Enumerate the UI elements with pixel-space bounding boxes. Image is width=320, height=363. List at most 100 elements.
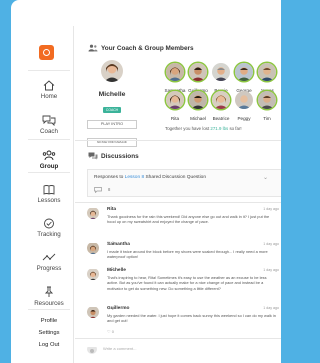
- member-card[interactable]: Michael: [186, 91, 210, 121]
- nav-item-tracking[interactable]: Tracking: [24, 218, 74, 238]
- avatar: [87, 207, 99, 219]
- book-icon: [43, 185, 55, 195]
- nav-item-group[interactable]: Group: [24, 150, 74, 170]
- pin-icon: [44, 286, 54, 297]
- avatar: [166, 91, 184, 109]
- total-suffix: so far!: [228, 126, 242, 131]
- trend-icon: [42, 253, 56, 261]
- logout-link[interactable]: Log Out: [24, 342, 74, 348]
- play-intro-button[interactable]: PLAY INTRO: [87, 120, 137, 129]
- member-card[interactable]: George: [232, 63, 256, 93]
- member-name: Peggy: [237, 116, 251, 121]
- avatar: [87, 306, 99, 318]
- section-title: Your Coach & Group Members: [101, 45, 194, 52]
- responses-prefix: Responses to: [94, 175, 125, 180]
- member-card[interactable]: Peggy: [232, 91, 256, 121]
- member-card[interactable]: Bernie: [209, 63, 233, 93]
- nav-item-lessons[interactable]: Lessons: [24, 184, 74, 204]
- coach-badge: COACH: [102, 107, 122, 113]
- member-card[interactable]: Samantha: [163, 63, 187, 93]
- nav-item-resources[interactable]: Resources: [24, 286, 74, 307]
- responses-heading: Responses to Lesson 8 Shared Discussion …: [94, 175, 206, 180]
- coach-name: Michelle: [98, 91, 126, 98]
- chevron-down-icon[interactable]: ⌄: [263, 174, 268, 181]
- people-icon: [88, 44, 98, 52]
- avatar: [258, 91, 276, 109]
- post-author[interactable]: Rita: [107, 207, 116, 212]
- discussion-post: Guillermo 1 day ago My garden needed the…: [87, 306, 281, 338]
- member-name: Rita: [170, 116, 180, 121]
- nav-item-coach[interactable]: Coach: [24, 115, 74, 135]
- responses-suffix: Shared Discussion Question: [144, 175, 206, 180]
- nav-item-progress[interactable]: Progress: [24, 252, 74, 272]
- chat-bubbles-icon: [42, 115, 56, 126]
- nav-item-home[interactable]: Home: [24, 80, 74, 100]
- discussion-question-box[interactable]: Responses to Lesson 8 Shared Discussion …: [87, 169, 281, 197]
- group-icon: [42, 150, 56, 161]
- section-divider: [75, 338, 281, 339]
- nav-label: Tracking: [37, 231, 61, 238]
- post-author[interactable]: Michelle: [107, 268, 126, 273]
- member-name: Tim: [263, 116, 271, 121]
- discussion-icon: [88, 152, 98, 160]
- avatar: [101, 60, 123, 82]
- nav-label: Group: [39, 163, 59, 170]
- post-actions: ♡ 0: [107, 329, 114, 334]
- post-time: 1 day ago: [263, 306, 279, 310]
- member-card[interactable]: Guillermo: [186, 63, 210, 93]
- nav-divider: [28, 139, 70, 140]
- comment-input[interactable]: Write a comment...: [103, 346, 137, 351]
- avatar: [87, 242, 99, 254]
- avatar: [212, 63, 230, 81]
- comment-icon: [94, 187, 102, 193]
- account-links: Profile Settings Log Out: [24, 318, 74, 354]
- avatar: [87, 268, 99, 280]
- nav-label: Coach: [40, 128, 58, 135]
- total-value: 271.9 lbs: [210, 126, 229, 131]
- avatar: [189, 91, 207, 109]
- app-logo[interactable]: [39, 45, 54, 60]
- nav-label: Lessons: [37, 197, 61, 204]
- post-author[interactable]: Guillermo: [107, 306, 129, 311]
- avatar: [258, 63, 276, 81]
- member-name: Beatrice: [212, 116, 230, 121]
- profile-link[interactable]: Profile: [24, 318, 74, 324]
- nav-label: Progress: [36, 265, 62, 272]
- discussions-title: Discussions: [101, 153, 139, 160]
- nav-label: Home: [40, 93, 58, 100]
- post-text: I made it twice around the block before …: [107, 249, 268, 260]
- heart-icon[interactable]: ♡: [107, 329, 111, 334]
- check-circle-icon: [44, 218, 54, 229]
- post-text: That's inspiring to hear, Rita! Sometime…: [107, 275, 267, 291]
- current-user-avatar: [87, 344, 97, 354]
- nav-divider: [28, 172, 70, 173]
- member-name: Michael: [190, 116, 206, 121]
- post-time: 1 day ago: [263, 207, 279, 211]
- avatar: [212, 91, 230, 109]
- member-card[interactable]: James: [255, 63, 279, 93]
- avatar: [235, 91, 253, 109]
- home-icon: [43, 80, 55, 91]
- section-divider: [75, 140, 281, 141]
- main-content: Your Coach & Group Members Michelle COAC…: [75, 26, 281, 363]
- member-card[interactable]: Rita: [163, 91, 187, 121]
- group-total-lost: Together you have lost 271.9 lbs so far!: [165, 126, 242, 131]
- settings-link[interactable]: Settings: [24, 330, 74, 336]
- avatar: [189, 63, 207, 81]
- total-prefix: Together you have lost: [165, 126, 211, 131]
- coach-card: Michelle COACH PLAY INTRO SEND MESSAGE: [87, 60, 137, 147]
- post-author[interactable]: Samantha: [107, 242, 130, 247]
- post-text: Thank goodness for the rain this weekend…: [107, 214, 270, 225]
- avatar: [235, 63, 253, 81]
- member-card[interactable]: Tim: [255, 91, 279, 121]
- nav-label: Resources: [34, 300, 64, 307]
- post-time: 1 day ago: [263, 268, 279, 272]
- post-text: My garden needed the water. I just hope …: [107, 313, 276, 324]
- nav-divider: [28, 70, 70, 71]
- lesson-link[interactable]: Lesson 8: [125, 175, 144, 180]
- section-divider: [75, 202, 281, 203]
- member-card[interactable]: Beatrice: [209, 91, 233, 121]
- response-count: 8: [108, 187, 111, 192]
- post-time: 1 day ago: [263, 242, 279, 246]
- nav-divider: [28, 309, 70, 310]
